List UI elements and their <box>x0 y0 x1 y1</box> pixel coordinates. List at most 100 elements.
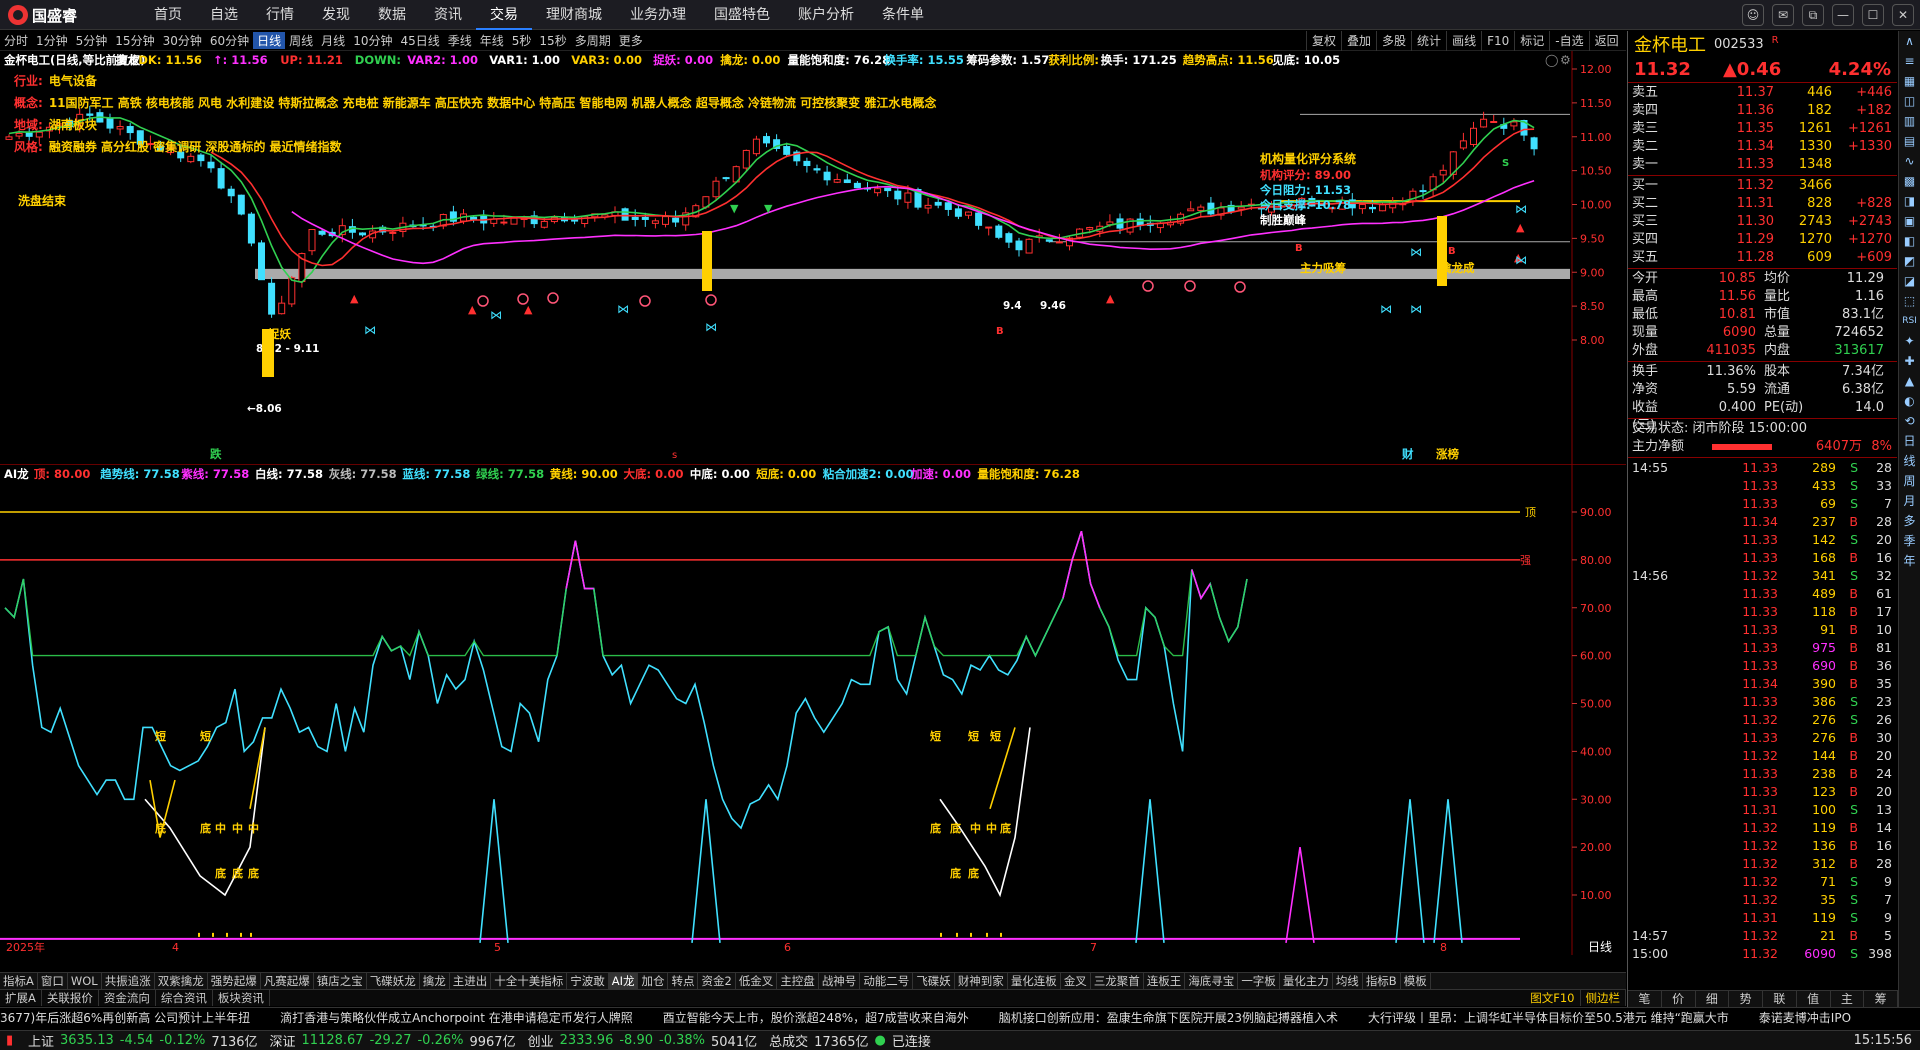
side-period-5[interactable]: 季 <box>1899 531 1920 551</box>
period-tab-12[interactable]: 年线 <box>476 32 508 49</box>
side-icon-2[interactable]: ▦ <box>1899 71 1920 91</box>
ticker-item[interactable]: 泰诺麦博冲击IPO <box>1759 1008 1851 1027</box>
side-icon-16[interactable]: ✚ <box>1899 351 1920 371</box>
indicator-tab-9[interactable]: 擒龙 <box>420 973 450 989</box>
book-row[interactable]: 卖五 11.37 446 +446 <box>1628 84 1897 102</box>
indicator-tab-6[interactable]: 凡赛起爆 <box>261 973 314 989</box>
indicator-tab-19[interactable]: 战神号 <box>819 973 861 989</box>
panel-tab-4[interactable]: 联 <box>1763 991 1797 1007</box>
panel-tab-2[interactable]: 细 <box>1696 991 1730 1007</box>
panel-tab-0[interactable]: 笔 <box>1628 991 1662 1007</box>
period-tab-11[interactable]: 季线 <box>444 32 476 49</box>
menu-item-8[interactable]: 业务办理 <box>616 0 700 30</box>
indicator-tab-30[interactable]: 均线 <box>1333 973 1363 989</box>
info-tab-3[interactable]: 综合资讯 <box>156 990 213 1006</box>
side-period-1[interactable]: 线 <box>1899 451 1920 471</box>
indicator-tab-13[interactable]: AI龙 <box>608 973 639 989</box>
tool-button-5[interactable]: F10 <box>1481 31 1514 51</box>
indicator-tab-3[interactable]: 共振追涨 <box>102 973 155 989</box>
indicator-tab-31[interactable]: 指标B <box>1363 973 1401 989</box>
indicator-tab-22[interactable]: 财神到家 <box>955 973 1008 989</box>
period-tab-10[interactable]: 45日线 <box>396 32 443 49</box>
ticker-item[interactable]: 3677)年后涨超6%再创新高 公司预计上半年扭 <box>0 1008 250 1027</box>
menu-item-11[interactable]: 条件单 <box>868 0 938 30</box>
period-tab-6[interactable]: 日线 <box>253 32 286 49</box>
indicator-tab-16[interactable]: 资金2 <box>698 973 736 989</box>
indicator-tab-24[interactable]: 金叉 <box>1061 973 1091 989</box>
cy-index[interactable]: 2333.96 <box>560 1033 614 1048</box>
kline-chart[interactable]: 12.00 11.50 11.00 10.50 10.00 9.50 9.00 8.50 8.0… <box>0 51 1626 465</box>
info-tab-4[interactable]: 板块资讯 <box>213 990 270 1006</box>
indicator-tab-1[interactable]: 窗口 <box>38 973 68 989</box>
book-row[interactable]: 卖一 11.33 1348 <box>1628 156 1897 174</box>
side-icon-9[interactable]: ▣ <box>1899 211 1920 231</box>
indicator-tab-18[interactable]: 主控盘 <box>777 973 819 989</box>
side-icon-0[interactable]: ∧ <box>1899 31 1920 51</box>
indicator-tab-23[interactable]: 量化连板 <box>1008 973 1061 989</box>
indicator-tab-7[interactable]: 镇店之宝 <box>314 973 367 989</box>
window-btn-0-icon[interactable]: ☺ <box>1742 4 1764 26</box>
period-tab-13[interactable]: 5秒 <box>508 32 536 49</box>
period-tab-15[interactable]: 多周期 <box>571 32 615 49</box>
tool-button-4[interactable]: 画线 <box>1446 31 1481 51</box>
panel-tab-1[interactable]: 价 <box>1662 991 1696 1007</box>
book-row[interactable]: 卖三 11.35 1261 +1261 <box>1628 120 1897 138</box>
period-tab-3[interactable]: 15分钟 <box>111 32 158 49</box>
ticker-item[interactable]: 酉立智能今天上市，股价涨超248%，超7成营收来自海外 <box>663 1008 969 1027</box>
book-row[interactable]: 卖四 11.36 182 +182 <box>1628 102 1897 120</box>
settings-icon[interactable]: ⚙ <box>1560 53 1571 67</box>
indicator-chart[interactable]: 90.00 80.00 70.00 60.00 50.00 40.00 30.00 20.00… <box>0 465 1626 955</box>
indicator-tab-21[interactable]: 飞碟妖 <box>913 973 955 989</box>
ticker-item[interactable]: 大行评级丨里昂：上调华虹半导体目标价至50.5港元 维持“跑赢大市 <box>1368 1008 1729 1027</box>
tool-button-2[interactable]: 多股 <box>1376 31 1411 51</box>
menu-item-5[interactable]: 资讯 <box>420 0 476 30</box>
side-icon-12[interactable]: ◪ <box>1899 271 1920 291</box>
menu-item-7[interactable]: 理财商城 <box>532 0 616 30</box>
menu-item-2[interactable]: 行情 <box>252 0 308 30</box>
period-tab-1[interactable]: 1分钟 <box>32 32 72 49</box>
period-tab-9[interactable]: 10分钟 <box>349 32 396 49</box>
book-row[interactable]: 买五 11.28 609 +609 <box>1628 249 1897 267</box>
indicator-tab-0[interactable]: 指标A <box>0 973 38 989</box>
side-icon-15[interactable]: ✦ <box>1899 331 1920 351</box>
indicator-tab-14[interactable]: 加仓 <box>638 973 669 989</box>
indicator-tab-29[interactable]: 量化主力 <box>1280 973 1333 989</box>
menu-item-6[interactable]: 交易 <box>476 0 532 30</box>
side-tab-0[interactable]: 图文F10 <box>1525 990 1581 1006</box>
side-period-2[interactable]: 周 <box>1899 471 1920 491</box>
side-icon-11[interactable]: ◩ <box>1899 251 1920 271</box>
close-panel-icon[interactable]: ◯ <box>1545 53 1558 67</box>
tool-button-7[interactable]: -自选 <box>1549 31 1588 51</box>
menu-item-1[interactable]: 自选 <box>196 0 252 30</box>
book-row[interactable]: 买三 11.30 2743 +2743 <box>1628 213 1897 231</box>
info-tab-0[interactable]: 扩展A <box>0 990 42 1006</box>
side-period-0[interactable]: 日 <box>1899 431 1920 451</box>
ticker-item[interactable]: 滴打香港与策略伙伴成立Anchorpoint 在港申请稳定币发行人牌照 <box>280 1008 633 1027</box>
panel-tab-6[interactable]: 主 <box>1831 991 1865 1007</box>
period-tab-2[interactable]: 5分钟 <box>72 32 112 49</box>
indicator-tab-12[interactable]: 宁波敢 <box>567 973 609 989</box>
side-icon-18[interactable]: ◐ <box>1899 391 1920 411</box>
side-tab-1[interactable]: 侧边栏 <box>1581 990 1626 1006</box>
panel-tab-3[interactable]: 势 <box>1729 991 1763 1007</box>
period-tab-8[interactable]: 月线 <box>317 32 349 49</box>
tool-button-8[interactable]: 返回 <box>1588 31 1624 51</box>
window-btn-5-icon[interactable]: ✕ <box>1892 4 1914 26</box>
side-period-3[interactable]: 月 <box>1899 491 1920 511</box>
indicator-tab-25[interactable]: 三龙聚首 <box>1091 973 1144 989</box>
menu-item-10[interactable]: 账户分析 <box>784 0 868 30</box>
period-tab-4[interactable]: 30分钟 <box>159 32 206 49</box>
indicator-tab-28[interactable]: 一字板 <box>1238 973 1280 989</box>
indicator-tab-10[interactable]: 主进出 <box>450 973 492 989</box>
side-icon-14[interactable]: RSI <box>1899 311 1920 331</box>
app-logo[interactable]: 国盛睿 <box>8 4 77 26</box>
indicator-tab-15[interactable]: 转点 <box>668 973 699 989</box>
period-tab-16[interactable]: 更多 <box>615 32 647 49</box>
sz-index[interactable]: 11128.67 <box>302 1033 364 1048</box>
tick-list[interactable]: 14:55 11.33 289 S 28 11.33 433 S 33 11.33 69 S 7 11.3… <box>1628 459 1897 963</box>
sh-index[interactable]: 3635.13 <box>60 1033 114 1048</box>
indicator-tab-8[interactable]: 飞碟妖龙 <box>367 973 420 989</box>
indicator-svg[interactable]: 90.00 80.00 70.00 60.00 50.00 40.00 30.00 20.00… <box>0 465 1626 955</box>
window-btn-2-icon[interactable]: ⧉ <box>1802 4 1824 26</box>
side-period-4[interactable]: 多 <box>1899 511 1920 531</box>
